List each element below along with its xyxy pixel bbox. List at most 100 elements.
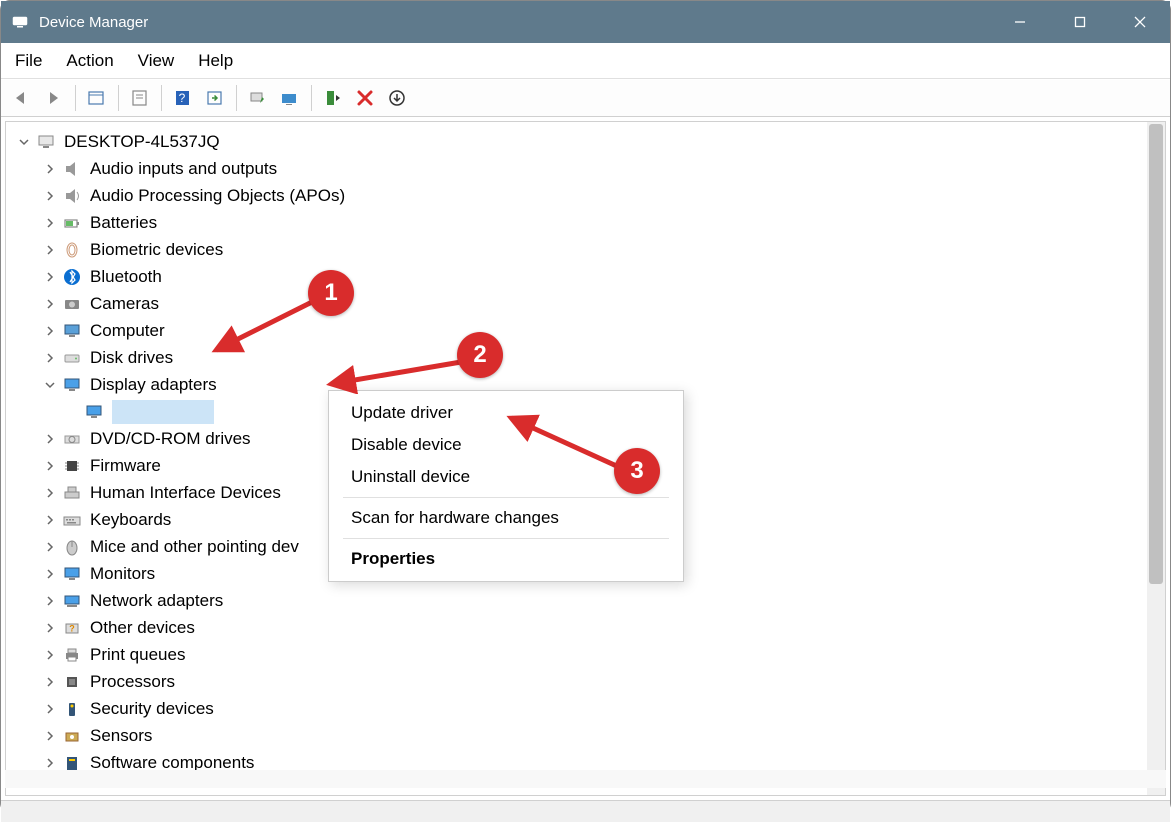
device-category-icon	[62, 159, 82, 179]
tree-item-label: DVD/CD-ROM drives	[90, 425, 251, 452]
tree-item[interactable]: Security devices	[16, 695, 1155, 722]
tree-item-label: Other devices	[90, 614, 195, 641]
show-hide-tree-button[interactable]	[82, 83, 112, 113]
device-category-icon	[62, 213, 82, 233]
vertical-scrollbar[interactable]	[1147, 122, 1165, 795]
chevron-right-icon[interactable]	[42, 296, 58, 312]
tree-item-label: Firmware	[90, 452, 161, 479]
tree-item[interactable]: Biometric devices	[16, 236, 1155, 263]
chevron-right-icon[interactable]	[42, 539, 58, 555]
chevron-right-icon[interactable]	[42, 647, 58, 663]
tree-item-label: Mice and other pointing dev	[90, 533, 299, 560]
menu-action[interactable]: Action	[66, 51, 113, 71]
ctx-scan-hardware[interactable]: Scan for hardware changes	[329, 502, 683, 534]
tree-item-label: Display adapters	[90, 371, 217, 398]
enable-device-button[interactable]	[318, 83, 348, 113]
tree-item-label: Monitors	[90, 560, 155, 587]
properties-button[interactable]	[125, 83, 155, 113]
tree-item-label: Biometric devices	[90, 236, 223, 263]
tree-item[interactable]: Cameras	[16, 290, 1155, 317]
tree-item[interactable]: Processors	[16, 668, 1155, 695]
action-button[interactable]	[200, 83, 230, 113]
tree-item[interactable]: Network adapters	[16, 587, 1155, 614]
scan-button-2[interactable]	[382, 83, 412, 113]
window-title: Device Manager	[39, 14, 148, 31]
device-category-icon	[62, 726, 82, 746]
device-category-icon	[62, 672, 82, 692]
horizontal-scrollbar[interactable]	[5, 770, 1166, 788]
annotation-2: 2	[457, 332, 503, 378]
tree-item[interactable]: Print queues	[16, 641, 1155, 668]
chevron-right-icon[interactable]	[42, 728, 58, 744]
tree-item[interactable]: Audio Processing Objects (APOs)	[16, 182, 1155, 209]
chevron-right-icon[interactable]	[42, 242, 58, 258]
device-category-icon	[62, 645, 82, 665]
separator	[75, 85, 76, 111]
tree-root[interactable]: DESKTOP-4L537JQ	[16, 128, 1155, 155]
chevron-right-icon[interactable]	[42, 161, 58, 177]
chevron-right-icon[interactable]	[42, 512, 58, 528]
tree-item-label: Audio inputs and outputs	[90, 155, 277, 182]
root-label: DESKTOP-4L537JQ	[64, 128, 220, 155]
tree-item-label: Bluetooth	[90, 263, 162, 290]
svg-text:?: ?	[69, 623, 75, 633]
maximize-button[interactable]	[1050, 1, 1110, 43]
update-driver-button[interactable]	[275, 83, 305, 113]
device-category-icon	[62, 294, 82, 314]
device-category-icon	[62, 483, 82, 503]
chevron-right-icon[interactable]	[42, 620, 58, 636]
chevron-right-icon[interactable]	[42, 458, 58, 474]
close-button[interactable]	[1110, 1, 1170, 43]
chevron-right-icon[interactable]	[42, 323, 58, 339]
chevron-right-icon[interactable]	[42, 755, 58, 771]
device-category-icon	[62, 375, 82, 395]
help-button[interactable]: ?	[168, 83, 198, 113]
menu-view[interactable]: View	[138, 51, 175, 71]
chevron-right-icon[interactable]	[42, 593, 58, 609]
chevron-down-icon[interactable]	[16, 134, 32, 150]
chevron-right-icon[interactable]	[42, 674, 58, 690]
scan-hardware-button[interactable]	[243, 83, 273, 113]
chevron-right-icon[interactable]	[42, 188, 58, 204]
tree-item-label: Network adapters	[90, 587, 223, 614]
menu-help[interactable]: Help	[198, 51, 233, 71]
tree-item[interactable]: Computer	[16, 317, 1155, 344]
separator	[343, 538, 669, 539]
tree-item-label: Cameras	[90, 290, 159, 317]
tree-item[interactable]: ? Other devices	[16, 614, 1155, 641]
separator	[343, 497, 669, 498]
chevron-right-icon[interactable]	[42, 350, 58, 366]
menu-file[interactable]: File	[15, 51, 42, 71]
tree-pane: DESKTOP-4L537JQ Audio inputs and outputs…	[5, 121, 1166, 796]
chevron-right-icon[interactable]	[42, 485, 58, 501]
tree-item[interactable]: Disk drives	[16, 344, 1155, 371]
chevron-right-icon[interactable]	[42, 269, 58, 285]
device-category-icon	[62, 537, 82, 557]
tree-item[interactable]: Bluetooth	[16, 263, 1155, 290]
svg-text:?: ?	[179, 91, 186, 105]
minimize-button[interactable]	[990, 1, 1050, 43]
uninstall-button[interactable]	[350, 83, 380, 113]
ctx-properties[interactable]: Properties	[329, 543, 683, 575]
forward-button[interactable]	[39, 83, 69, 113]
tree-item-label: Computer	[90, 317, 165, 344]
tree-item[interactable]: Batteries	[16, 209, 1155, 236]
tree-item-label: Processors	[90, 668, 175, 695]
scroll-thumb[interactable]	[1149, 124, 1163, 584]
chevron-down-icon[interactable]	[42, 377, 58, 393]
titlebar: Device Manager	[1, 1, 1170, 43]
device-category-icon: ?	[62, 618, 82, 638]
chevron-right-icon[interactable]	[42, 566, 58, 582]
chevron-right-icon[interactable]	[42, 215, 58, 231]
chevron-right-icon[interactable]	[42, 701, 58, 717]
device-category-icon	[62, 510, 82, 530]
computer-icon	[36, 132, 56, 152]
tree-item[interactable]: Audio inputs and outputs	[16, 155, 1155, 182]
tree-item[interactable]: Sensors	[16, 722, 1155, 749]
device-category-icon	[62, 456, 82, 476]
back-button[interactable]	[7, 83, 37, 113]
tree-item-label: Disk drives	[90, 344, 173, 371]
chevron-right-icon[interactable]	[42, 431, 58, 447]
annotation-1: 1	[308, 270, 354, 316]
annotation-3: 3	[614, 448, 660, 494]
